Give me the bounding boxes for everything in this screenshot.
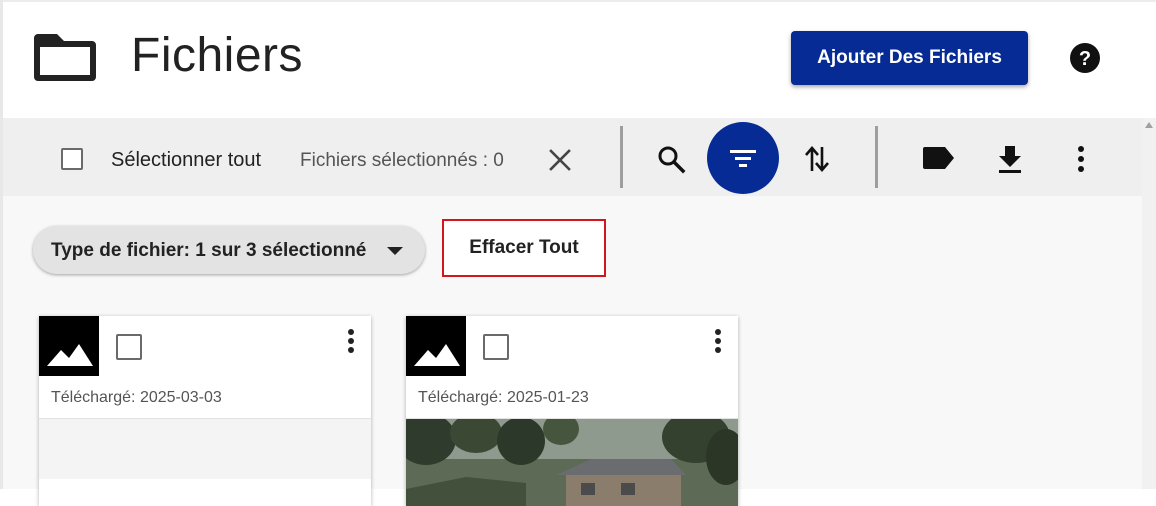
file-card[interactable]: Téléchargé: 2025-03-03 xyxy=(39,316,371,506)
filter-icon xyxy=(730,150,756,167)
download-icon[interactable] xyxy=(997,144,1023,174)
folder-icon xyxy=(34,34,96,81)
toolbar-divider xyxy=(875,126,878,188)
file-toolbar: Sélectionner tout Fichiers sélectionnés … xyxy=(3,118,1142,196)
help-icon[interactable]: ? xyxy=(1069,42,1101,74)
file-card[interactable]: Téléchargé: 2025-01-23 xyxy=(406,316,738,506)
file-preview-photo[interactable] xyxy=(406,419,738,506)
scrollbar[interactable] xyxy=(1142,118,1156,489)
select-all-checkbox[interactable] xyxy=(61,148,83,170)
file-select-checkbox[interactable] xyxy=(483,334,509,360)
file-type-filter-chip[interactable]: Type de fichier: 1 sur 3 sélectionné xyxy=(33,226,425,274)
label-icon[interactable] xyxy=(922,146,956,170)
file-type-filter-label: Type de fichier: 1 sur 3 sélectionné xyxy=(51,240,367,261)
more-vert-icon[interactable] xyxy=(345,328,357,356)
upload-date: Téléchargé: 2025-03-03 xyxy=(51,389,222,406)
search-icon[interactable] xyxy=(656,144,686,174)
sort-icon[interactable] xyxy=(803,144,831,174)
selected-count: Fichiers sélectionnés : 0 xyxy=(300,150,504,171)
toolbar-divider xyxy=(620,126,623,188)
page-title: Fichiers xyxy=(131,29,304,82)
file-list-area: Type de fichier: 1 sur 3 sélectionné Eff… xyxy=(3,196,1142,506)
page-header: Fichiers Ajouter Des Fichiers ? xyxy=(3,2,1156,118)
add-files-button[interactable]: Ajouter Des Fichiers xyxy=(791,31,1028,85)
close-icon[interactable] xyxy=(548,148,572,172)
more-vert-icon[interactable] xyxy=(712,328,724,356)
image-icon xyxy=(406,316,466,376)
file-preview[interactable] xyxy=(39,419,371,479)
upload-date: Téléchargé: 2025-01-23 xyxy=(418,389,589,406)
image-icon xyxy=(39,316,99,376)
svg-text:?: ? xyxy=(1079,48,1091,70)
scroll-up-arrow-icon[interactable] xyxy=(1145,122,1153,128)
chevron-down-icon xyxy=(387,247,403,255)
filter-button[interactable] xyxy=(707,122,779,194)
clear-all-button[interactable]: Effacer Tout xyxy=(442,219,606,277)
more-vert-icon[interactable] xyxy=(1071,145,1091,175)
file-select-checkbox[interactable] xyxy=(116,334,142,360)
select-all-label[interactable]: Sélectionner tout xyxy=(111,149,261,172)
